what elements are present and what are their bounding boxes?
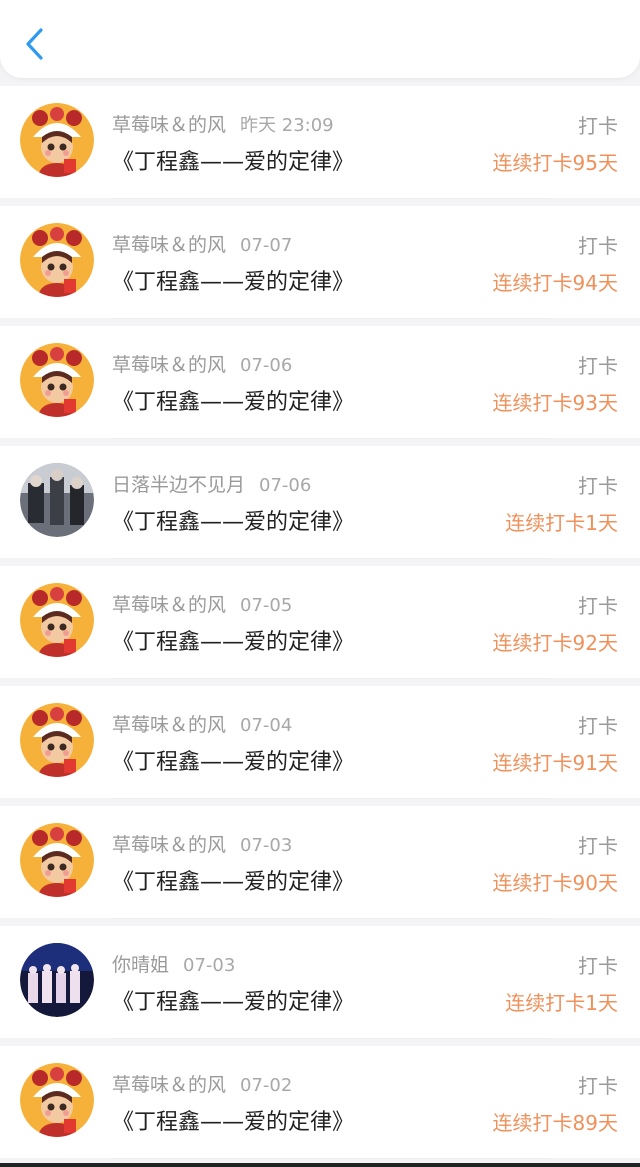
song-title[interactable]: 《丁程鑫——爱的定律》: [112, 744, 354, 776]
song-title[interactable]: 《丁程鑫——爱的定律》: [112, 864, 354, 896]
avatar[interactable]: [20, 583, 94, 657]
list-item[interactable]: 草莓味＆的风 昨天 23:09 《丁程鑫——爱的定律》 打卡 连续打卡95天: [0, 86, 640, 199]
divider: [110, 198, 550, 199]
checkin-label: 打卡: [578, 234, 618, 258]
avatar[interactable]: [20, 1063, 94, 1137]
back-button[interactable]: [16, 26, 52, 62]
user-name[interactable]: 你晴姐: [112, 954, 169, 976]
post-date: 07-02: [240, 1075, 293, 1096]
streak-text: 连续打卡1天: [505, 511, 618, 535]
divider: [110, 678, 550, 679]
streak-text: 连续打卡1天: [505, 991, 618, 1015]
user-name[interactable]: 草莓味＆的风: [112, 714, 226, 736]
divider: [110, 318, 550, 319]
checkin-label: 打卡: [578, 714, 618, 738]
checkin-list: 草莓味＆的风 昨天 23:09 《丁程鑫——爱的定律》 打卡 连续打卡95天 草莓…: [0, 86, 640, 1166]
song-title[interactable]: 《丁程鑫——爱的定律》: [112, 144, 354, 176]
song-title[interactable]: 《丁程鑫——爱的定律》: [112, 264, 354, 296]
list-item[interactable]: 你晴姐 07-03 《丁程鑫——爱的定律》 打卡 连续打卡1天: [0, 926, 640, 1039]
song-title[interactable]: 《丁程鑫——爱的定律》: [112, 1104, 354, 1136]
streak-text: 连续打卡94天: [492, 271, 618, 295]
post-date: 07-03: [183, 955, 236, 976]
top-bar: [0, 0, 640, 78]
divider: [110, 918, 550, 919]
meta-line: 草莓味＆的风 07-05: [112, 590, 292, 617]
streak-text: 连续打卡89天: [492, 1111, 618, 1135]
checkin-label: 打卡: [578, 1074, 618, 1098]
post-date: 07-06: [259, 475, 312, 496]
avatar[interactable]: [20, 823, 94, 897]
checkin-label: 打卡: [578, 594, 618, 618]
avatar[interactable]: [20, 343, 94, 417]
post-date: 07-07: [240, 235, 293, 256]
streak-text: 连续打卡95天: [492, 151, 618, 175]
checkin-label: 打卡: [578, 114, 618, 138]
bottom-edge: [0, 1163, 640, 1167]
avatar[interactable]: [20, 703, 94, 777]
user-name[interactable]: 草莓味＆的风: [112, 1074, 226, 1096]
post-date: 07-06: [240, 355, 293, 376]
avatar[interactable]: [20, 463, 94, 537]
streak-text: 连续打卡93天: [492, 391, 618, 415]
divider: [110, 438, 550, 439]
divider: [110, 1038, 550, 1039]
checkin-label: 打卡: [578, 954, 618, 978]
user-name[interactable]: 草莓味＆的风: [112, 114, 226, 136]
song-title[interactable]: 《丁程鑫——爱的定律》: [112, 984, 354, 1016]
meta-line: 草莓味＆的风 昨天 23:09: [112, 110, 334, 137]
list-item[interactable]: 日落半边不见月 07-06 《丁程鑫——爱的定律》 打卡 连续打卡1天: [0, 446, 640, 559]
user-name[interactable]: 草莓味＆的风: [112, 594, 226, 616]
meta-line: 日落半边不见月 07-06: [112, 470, 311, 497]
post-date: 昨天 23:09: [240, 115, 334, 136]
meta-line: 草莓味＆的风 07-04: [112, 710, 292, 737]
post-date: 07-05: [240, 595, 293, 616]
user-name[interactable]: 草莓味＆的风: [112, 234, 226, 256]
checkin-label: 打卡: [578, 474, 618, 498]
avatar[interactable]: [20, 223, 94, 297]
user-name[interactable]: 草莓味＆的风: [112, 354, 226, 376]
list-item[interactable]: 草莓味＆的风 07-06 《丁程鑫——爱的定律》 打卡 连续打卡93天: [0, 326, 640, 439]
meta-line: 草莓味＆的风 07-02: [112, 1070, 292, 1097]
list-item[interactable]: 草莓味＆的风 07-02 《丁程鑫——爱的定律》 打卡 连续打卡89天: [0, 1046, 640, 1159]
user-name[interactable]: 日落半边不见月: [112, 474, 245, 496]
avatar[interactable]: [20, 943, 94, 1017]
song-title[interactable]: 《丁程鑫——爱的定律》: [112, 504, 354, 536]
post-date: 07-04: [240, 715, 293, 736]
divider: [110, 798, 550, 799]
chevron-left-icon: [26, 28, 43, 60]
user-name[interactable]: 草莓味＆的风: [112, 834, 226, 856]
song-title[interactable]: 《丁程鑫——爱的定律》: [112, 384, 354, 416]
meta-line: 你晴姐 07-03: [112, 950, 235, 977]
divider: [110, 1158, 550, 1159]
meta-line: 草莓味＆的风 07-07: [112, 230, 292, 257]
checkin-label: 打卡: [578, 834, 618, 858]
avatar[interactable]: [20, 103, 94, 177]
checkin-label: 打卡: [578, 354, 618, 378]
streak-text: 连续打卡90天: [492, 871, 618, 895]
meta-line: 草莓味＆的风 07-06: [112, 350, 292, 377]
list-item[interactable]: 草莓味＆的风 07-07 《丁程鑫——爱的定律》 打卡 连续打卡94天: [0, 206, 640, 319]
meta-line: 草莓味＆的风 07-03: [112, 830, 292, 857]
list-item[interactable]: 草莓味＆的风 07-05 《丁程鑫——爱的定律》 打卡 连续打卡92天: [0, 566, 640, 679]
streak-text: 连续打卡92天: [492, 631, 618, 655]
list-item[interactable]: 草莓味＆的风 07-04 《丁程鑫——爱的定律》 打卡 连续打卡91天: [0, 686, 640, 799]
divider: [110, 558, 550, 559]
post-date: 07-03: [240, 835, 293, 856]
song-title[interactable]: 《丁程鑫——爱的定律》: [112, 624, 354, 656]
streak-text: 连续打卡91天: [492, 751, 618, 775]
list-item[interactable]: 草莓味＆的风 07-03 《丁程鑫——爱的定律》 打卡 连续打卡90天: [0, 806, 640, 919]
